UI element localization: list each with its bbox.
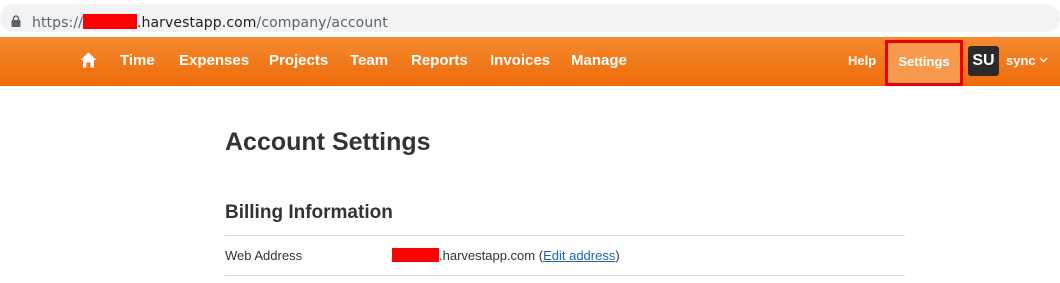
home-icon[interactable]	[80, 52, 97, 68]
section-title: Billing Information	[225, 202, 393, 223]
divider	[225, 275, 905, 276]
nav-item-team[interactable]: Team	[350, 52, 388, 69]
chevron-down-icon	[1039, 57, 1048, 63]
user-menu[interactable]: sync	[1006, 53, 1048, 68]
web-address-domain: .harvestapp.com	[439, 248, 536, 263]
redaction-mark	[392, 248, 439, 262]
nav-item-manage[interactable]: Manage	[571, 52, 627, 69]
redaction-mark	[82, 14, 137, 29]
nav-item-reports[interactable]: Reports	[411, 52, 468, 69]
edit-address-link[interactable]: Edit address	[543, 248, 615, 263]
field-label: Web Address	[225, 248, 303, 263]
page-title: Account Settings	[225, 128, 431, 156]
url-path: /company/account	[256, 15, 388, 31]
url-scheme: https://	[32, 15, 83, 31]
divider	[225, 235, 905, 236]
field-value: .harvestapp.com (Edit address)	[392, 248, 620, 263]
help-link[interactable]: Help	[848, 53, 876, 68]
lock-icon	[11, 15, 21, 27]
settings-nav-item[interactable]: Settings	[885, 40, 963, 86]
paren-close: )	[615, 248, 620, 263]
url-field[interactable]: https:// .harvestapp.com/company/account	[0, 4, 1060, 32]
nav-item-projects[interactable]: Projects	[269, 52, 328, 69]
browser-address-bar: https:// .harvestapp.com/company/account	[0, 0, 1060, 37]
settings-label: Settings	[898, 54, 950, 69]
url-text: https:// .harvestapp.com/company/account	[32, 14, 388, 31]
url-domain: .harvestapp.com	[136, 15, 257, 31]
nav-item-time[interactable]: Time	[120, 52, 155, 69]
user-menu-label: sync	[1006, 53, 1036, 68]
nav-item-invoices[interactable]: Invoices	[490, 52, 550, 69]
nav-item-expenses[interactable]: Expenses	[179, 52, 249, 69]
avatar[interactable]: SU	[968, 46, 999, 76]
